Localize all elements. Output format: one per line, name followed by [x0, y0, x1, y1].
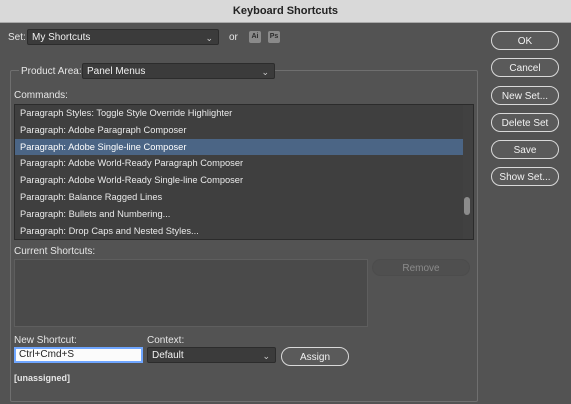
product-area-label: Product Area: — [19, 66, 84, 77]
save-button[interactable]: Save — [491, 140, 559, 159]
scrollbar-thumb[interactable] — [464, 197, 470, 215]
context-label: Context: — [147, 335, 185, 346]
chevron-down-icon: ⌄ — [262, 351, 270, 361]
list-item-selected[interactable]: Paragraph: Adobe Single-line Composer — [15, 138, 473, 156]
list-item[interactable]: Paragraph: Drop Caps and Nested Styles..… — [15, 223, 473, 239]
context-select[interactable]: Default ⌄ — [147, 347, 276, 363]
assign-button[interactable]: Assign — [281, 347, 349, 366]
list-item[interactable]: Paragraph: Adobe Paragraph Composer — [15, 122, 473, 139]
context-value: Default — [152, 350, 184, 361]
photoshop-icon[interactable]: Ps — [268, 31, 280, 43]
list-item[interactable]: Paragraph Styles: Toggle Style Override … — [15, 105, 473, 122]
chevron-down-icon: ⌄ — [261, 67, 269, 77]
current-shortcuts-list[interactable] — [14, 259, 368, 327]
chevron-down-icon: ⌄ — [205, 33, 213, 43]
show-set-button[interactable]: Show Set... — [491, 167, 559, 186]
or-label: or — [229, 32, 238, 43]
commands-list[interactable]: Paragraph Styles: Toggle Style Override … — [14, 104, 474, 240]
illustrator-icon[interactable]: Ai — [249, 31, 261, 43]
product-area-select[interactable]: Panel Menus ⌄ — [82, 63, 275, 79]
ok-button[interactable]: OK — [491, 31, 559, 50]
commands-scrollbar[interactable] — [463, 105, 473, 239]
list-item[interactable]: Paragraph: Bullets and Numbering... — [15, 206, 473, 223]
new-shortcut-label: New Shortcut: — [14, 335, 77, 346]
current-shortcuts-label: Current Shortcuts: — [14, 246, 96, 257]
shortcut-status: [unassigned] — [14, 373, 71, 383]
list-item[interactable]: Paragraph: Balance Ragged Lines — [15, 189, 473, 206]
window-title: Keyboard Shortcuts — [0, 0, 571, 23]
commands-label: Commands: — [14, 90, 68, 101]
new-set-button[interactable]: New Set... — [491, 86, 559, 105]
set-select-value: My Shortcuts — [32, 32, 91, 43]
set-select[interactable]: My Shortcuts ⌄ — [27, 29, 219, 45]
set-label: Set: — [8, 32, 26, 43]
list-item[interactable]: Paragraph: Adobe World-Ready Single-line… — [15, 172, 473, 189]
delete-set-button[interactable]: Delete Set — [491, 113, 559, 132]
cancel-button[interactable]: Cancel — [491, 58, 559, 77]
remove-button[interactable]: Remove — [372, 259, 470, 276]
new-shortcut-input[interactable]: Ctrl+Cmd+S — [14, 347, 143, 363]
list-item[interactable]: Paragraph: Adobe World-Ready Paragraph C… — [15, 155, 473, 172]
product-area-value: Panel Menus — [87, 66, 146, 77]
